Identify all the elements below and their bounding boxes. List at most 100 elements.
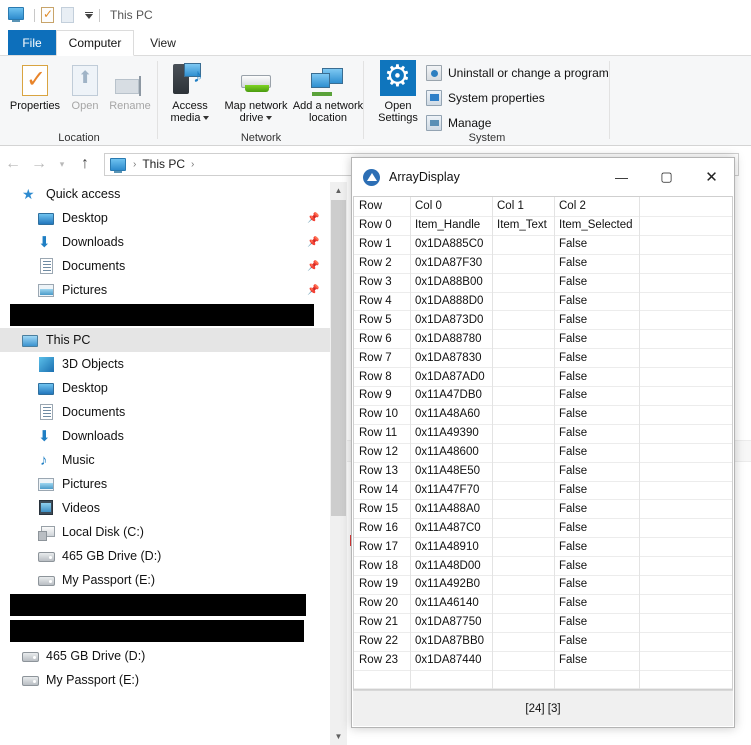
sidebar-item-documents[interactable]: Documents <box>0 400 330 424</box>
rename-button[interactable]: Rename <box>104 60 156 112</box>
sidebar-item-465-gb-drive-d[interactable]: 465 GB Drive (D:) <box>0 644 330 668</box>
sidebar-item-label: Videos <box>62 501 100 515</box>
access-media-label-2: media <box>170 112 201 124</box>
sidebar-item-documents[interactable]: Documents 📌 <box>0 254 330 278</box>
table-cell: Row 14 <box>359 483 398 496</box>
tab-view[interactable]: View <box>134 30 192 56</box>
pin-icon[interactable]: 📌 <box>307 213 319 224</box>
tab-file[interactable]: File <box>8 30 56 56</box>
table-cell: Row 1 <box>359 238 392 251</box>
sidebar-item-465-gb-drive-d[interactable]: 465 GB Drive (D:) <box>0 544 330 568</box>
sidebar-item-pictures[interactable]: Pictures <box>0 472 330 496</box>
table-cell <box>492 613 554 632</box>
access-media-button[interactable]: ♪ Access media <box>162 60 218 124</box>
screen: This PC File Computer View Properties Op… <box>0 0 751 745</box>
table-cell: Row 21 <box>359 616 398 629</box>
forward-arrow-icon[interactable]: → <box>26 155 52 173</box>
map-drive-label-1: Map network <box>224 100 288 112</box>
manage-label: Manage <box>448 116 492 130</box>
sidebar-item-videos[interactable]: Videos <box>0 496 330 520</box>
sidebar-item-label: My Passport (E:) <box>46 673 140 687</box>
map-network-drive-icon <box>220 60 292 96</box>
sidebar-item-desktop[interactable]: Desktop <box>0 376 330 400</box>
table-cell: Row 0 <box>359 219 392 232</box>
tab-computer[interactable]: Computer <box>56 30 134 56</box>
column-header: Col 1 <box>497 200 524 213</box>
array-grid[interactable]: Row Col 0 Col 1 Col 2 Row 0 Item_Handle Item_T… <box>353 196 733 690</box>
open-button[interactable]: Open <box>62 60 108 112</box>
redacted-nav-item[interactable] <box>0 592 330 618</box>
navigation-scrollbar[interactable]: ▲ ▼ <box>330 182 347 745</box>
sidebar-item-this-pc[interactable]: This PC <box>0 328 330 352</box>
open-settings-label-1: Open <box>384 100 412 112</box>
redacted-nav-item[interactable] <box>0 618 330 644</box>
customize-quick-access-icon[interactable] <box>85 11 93 19</box>
table-cell: Row 17 <box>359 540 398 553</box>
table-cell <box>639 613 732 632</box>
properties-button[interactable]: Properties <box>2 60 68 112</box>
column-header: Col 2 <box>559 200 586 213</box>
ribbon-group-network-label: Network <box>240 132 282 144</box>
redacted-nav-item[interactable] <box>0 302 330 328</box>
ribbon-group-network: ♪ Access media Map network drive Add a n… <box>158 56 364 146</box>
monitor-icon[interactable] <box>8 6 25 24</box>
minimize-icon[interactable]: — <box>599 158 644 196</box>
table-cell: Row 9 <box>359 389 392 402</box>
recent-locations-icon[interactable]: ▾ <box>52 159 72 170</box>
manage-item[interactable]: Manage <box>426 114 491 132</box>
sidebar-item-my-passport-e[interactable]: My Passport (E:) <box>0 668 330 692</box>
table-cell <box>639 556 732 575</box>
table-cell: 0x11A48A60 <box>415 408 481 421</box>
rename-icon <box>104 60 156 96</box>
pin-icon[interactable]: 📌 <box>307 261 319 272</box>
system-properties-item[interactable]: System properties <box>426 89 545 107</box>
sidebar-item-downloads[interactable]: ⬇ Downloads 📌 <box>0 230 330 254</box>
sidebar-item-3d-objects[interactable]: 3D Objects <box>0 352 330 376</box>
table-cell: Row 18 <box>359 559 398 572</box>
uninstall-program-item[interactable]: Uninstall or change a program <box>426 64 609 82</box>
back-arrow-icon[interactable]: ← <box>0 155 26 173</box>
sidebar-item-label: 3D Objects <box>62 357 124 371</box>
up-arrow-icon[interactable]: ↑ <box>72 155 98 173</box>
open-settings-button[interactable]: Open Settings <box>370 57 426 124</box>
properties-icon[interactable] <box>41 6 58 24</box>
table-cell: 0x1DA88B00 <box>415 276 483 289</box>
window-controls: — ▢ ✕ <box>599 158 734 196</box>
table-cell: Row 16 <box>359 521 398 534</box>
navigation-pane: ★ Quick access Desktop 📌 ⬇ Downloads 📌 Document… <box>0 182 330 745</box>
scrollbar-thumb[interactable] <box>331 200 346 516</box>
chevron-down-icon-2[interactable] <box>266 116 273 121</box>
this-pc-icon <box>22 332 39 349</box>
array-display-title-bar[interactable]: ArrayDisplay — ▢ ✕ <box>352 158 734 196</box>
sidebar-item-quick-access[interactable]: ★ Quick access <box>0 182 330 206</box>
pin-icon[interactable]: 📌 <box>307 285 319 296</box>
3d-objects-icon <box>38 356 55 373</box>
maximize-icon[interactable]: ▢ <box>644 158 689 196</box>
new-folder-icon[interactable] <box>61 6 78 24</box>
sidebar-item-music[interactable]: ♪ Music <box>0 448 330 472</box>
close-icon[interactable]: ✕ <box>689 158 734 196</box>
table-cell: 0x1DA87830 <box>415 351 482 364</box>
table-cell: 0x11A487C0 <box>415 521 481 534</box>
scroll-up-icon[interactable]: ▲ <box>330 182 347 199</box>
column-header: Col 0 <box>415 200 442 213</box>
breadcrumb-this-pc[interactable]: This PC <box>142 157 185 171</box>
table-cell: 0x1DA885C0 <box>415 238 484 251</box>
sidebar-item-my-passport-e[interactable]: My Passport (E:) <box>0 568 330 592</box>
pin-icon[interactable]: 📌 <box>307 237 319 248</box>
uninstall-program-icon <box>426 65 442 81</box>
chevron-down-icon[interactable] <box>203 116 210 121</box>
table-cell: False <box>559 389 588 402</box>
breadcrumb-separator-2[interactable]: › <box>191 159 194 170</box>
table-cell: Item_Handle <box>415 219 481 232</box>
ribbon-group-system-label: System <box>468 132 506 144</box>
sidebar-item-downloads[interactable]: ⬇ Downloads <box>0 424 330 448</box>
scroll-down-icon[interactable]: ▼ <box>330 728 347 745</box>
sidebar-item-local-disk-c[interactable]: Local Disk (C:) <box>0 520 330 544</box>
sidebar-item-desktop[interactable]: Desktop 📌 <box>0 206 330 230</box>
table-cell: Row 2 <box>359 257 392 270</box>
sidebar-item-pictures[interactable]: Pictures 📌 <box>0 278 330 302</box>
ribbon-group-system: Open Settings Uninstall or change a prog… <box>364 56 610 146</box>
map-network-drive-button[interactable]: Map network drive <box>220 60 292 124</box>
add-network-location-button[interactable]: Add a network location <box>292 60 364 124</box>
